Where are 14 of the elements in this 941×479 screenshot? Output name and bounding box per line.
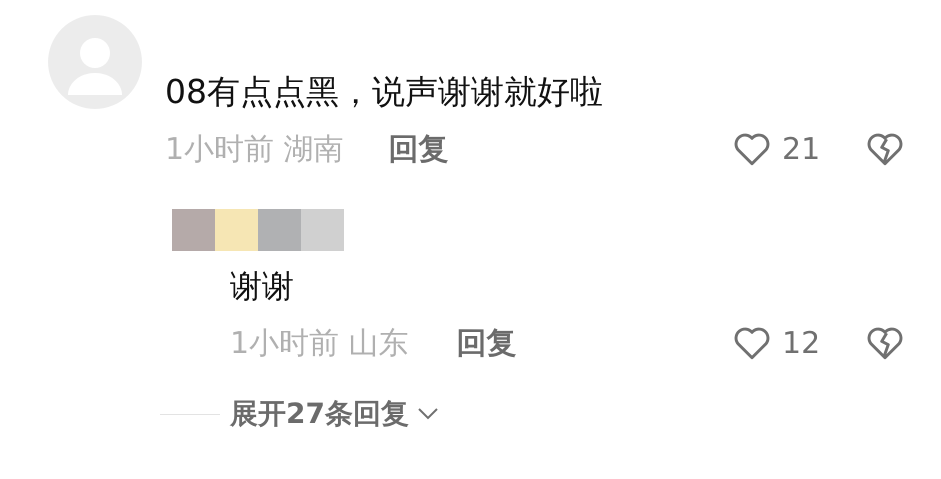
expand-replies-button[interactable]: 展开27条回复	[230, 393, 439, 435]
broken-heart-icon[interactable]	[865, 131, 905, 167]
heart-icon[interactable]	[732, 131, 772, 167]
reply-text: 谢谢	[230, 266, 295, 306]
heart-icon[interactable]	[732, 325, 772, 361]
reply-button[interactable]: 回复	[456, 320, 517, 366]
like-count: 12	[782, 324, 820, 362]
chevron-down-icon	[416, 407, 439, 421]
comment-meta: 1小时前 湖南	[165, 130, 344, 168]
broken-heart-icon[interactable]	[865, 325, 905, 361]
comment-meta: 1小时前 山东	[230, 324, 409, 362]
like-count: 21	[782, 130, 820, 168]
reply-button[interactable]: 回复	[388, 126, 449, 172]
comment-text: 08有点点黑，说声谢谢就好啦	[165, 71, 604, 113]
